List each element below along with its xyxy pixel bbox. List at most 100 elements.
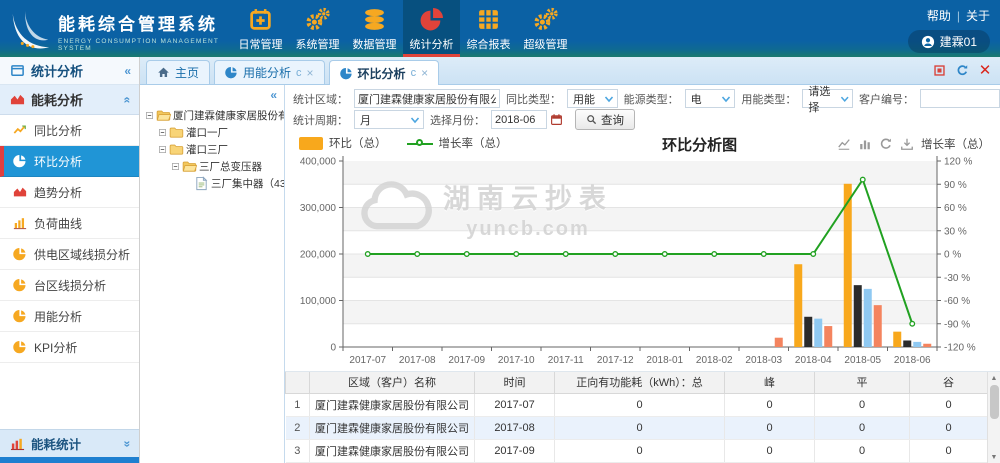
tab-refresh-icon[interactable]: c (411, 67, 417, 79)
app-subtitle: ENERGY CONSUMPTION MANAGEMENT SYSTEM (58, 38, 232, 52)
tree-node-label: 三厂集中器（4301003 (211, 176, 285, 191)
folder-icon (169, 125, 184, 140)
file-icon (194, 176, 209, 191)
energy-type-select[interactable]: 电 (685, 89, 736, 108)
tongbi-type-label: 同比类型： (506, 91, 561, 107)
refresh-button[interactable] (955, 63, 969, 77)
table-scrollbar[interactable]: ▲ ▼ (987, 372, 1000, 463)
energy-type-label: 能源类型： (624, 91, 679, 107)
tree-collapse-icon[interactable]: « (270, 88, 277, 102)
toolbox-line-icon[interactable] (837, 137, 851, 151)
user-menu[interactable]: 建霖01 (908, 30, 990, 53)
nav-super-mgmt[interactable]: 超级管理 (517, 0, 574, 57)
tree-node[interactable]: 灌口三厂 (144, 141, 282, 158)
sidebar-item-yongneng[interactable]: 用能分析 (0, 301, 139, 332)
calendar-icon[interactable] (550, 113, 563, 126)
table-row[interactable]: 2厦门建霖健康家居股份有限公司2017-080000 (286, 416, 988, 439)
nav-label: 统计分析 (410, 36, 454, 52)
svg-text:200,000: 200,000 (300, 250, 337, 261)
sidebar-collapse-icon[interactable]: « (124, 64, 131, 78)
svg-text:60 %: 60 % (944, 203, 967, 214)
table-header-cell (286, 372, 310, 393)
nav-data-mgmt[interactable]: 数据管理 (346, 0, 403, 57)
legend-bar-label[interactable]: 环比（总） (329, 135, 387, 151)
customer-no-input[interactable] (920, 89, 1000, 108)
legend-bar-swatch[interactable] (299, 137, 323, 150)
org-tree-panel: « 厦门建霖健康家居股份有限公司灌口一厂灌口三厂三厂总变压器三厂集中器（4301… (140, 85, 285, 463)
tab-label: 主页 (175, 64, 199, 81)
table-row[interactable]: 1厦门建霖健康家居股份有限公司2017-070000 (286, 393, 988, 416)
svg-text:0: 0 (330, 343, 336, 354)
table-header-cell: 峰 (725, 372, 815, 393)
chevron-down-icon (840, 94, 849, 104)
table-row[interactable]: 3厦门建霖健康家居股份有限公司2017-090000 (286, 439, 988, 462)
refresh-icon (956, 64, 969, 77)
legend-line-swatch[interactable] (407, 137, 433, 150)
pie-icon (340, 67, 353, 80)
sidebar-item-tongbi[interactable]: 同比分析 (0, 115, 139, 146)
tree-expander-icon[interactable] (170, 161, 181, 172)
pie-icon (13, 247, 27, 261)
tongbi-type-select[interactable]: 用能 (567, 89, 618, 108)
tab-huanbi[interactable]: 环比分析c× (329, 60, 440, 85)
stats-bars-icon (10, 436, 25, 451)
legend-line-label[interactable]: 增长率（总） (439, 135, 508, 151)
scroll-up-icon[interactable]: ▲ (988, 372, 1000, 384)
tab-refresh-icon[interactable]: c (296, 67, 302, 79)
scrollbar-thumb[interactable] (990, 385, 999, 419)
tree-expander-icon[interactable] (157, 127, 168, 138)
sidebar-item-label: 台区线损分析 (34, 277, 106, 294)
usage-type-select[interactable]: 请选择 (802, 89, 853, 108)
query-button[interactable]: 查询 (575, 109, 635, 130)
table-cell: 0 (555, 393, 725, 416)
help-link[interactable]: 帮助 (927, 9, 951, 23)
period-select[interactable]: 月 (354, 110, 424, 129)
scroll-down-icon[interactable]: ▼ (988, 451, 1000, 463)
nav-daily-mgmt[interactable]: 日常管理 (232, 0, 289, 57)
sidebar-item-label: 供电区域线损分析 (34, 246, 130, 263)
tree-node[interactable]: 厦门建霖健康家居股份有限公司 (144, 107, 282, 124)
nav-reports[interactable]: 综合报表 (460, 0, 517, 57)
tree-expander-icon[interactable] (144, 110, 155, 121)
toolbox-refresh-icon[interactable] (879, 137, 893, 151)
tree-node[interactable]: 灌口一厂 (144, 124, 282, 141)
tab-yongneng[interactable]: 用能分析c× (214, 60, 325, 84)
maximize-button[interactable] (932, 63, 946, 77)
maximize-icon (933, 64, 946, 77)
sidebar-item-huanbi[interactable]: 环比分析 (0, 146, 139, 177)
trend-line-icon (13, 123, 27, 137)
tree-node[interactable]: 三厂集中器（4301003 (144, 175, 282, 192)
about-link[interactable]: 关于 (966, 9, 990, 23)
tree-node[interactable]: 三厂总变压器 (144, 158, 282, 175)
sidebar-item-kpi[interactable]: KPI分析 (0, 332, 139, 363)
sidebar-item-gongdian-xiansun[interactable]: 供电区域线损分析 (0, 239, 139, 270)
sidebar-item-qushi[interactable]: 趋势分析 (0, 177, 139, 208)
region-input[interactable] (354, 89, 500, 108)
nav-label: 数据管理 (353, 36, 397, 52)
sidebar-section-nenghao[interactable]: 能耗分析 « (0, 85, 139, 115)
month-input[interactable] (491, 110, 547, 129)
tab-close-icon[interactable]: × (307, 66, 314, 80)
tree-node-label: 厦门建霖健康家居股份有限公司 (173, 108, 285, 123)
table-header-cell: 正向有功能耗（kWh）：总 (555, 372, 725, 393)
chevron-up-icon[interactable]: « (121, 96, 135, 103)
sidebar-section-nenghao-tongji[interactable]: 能耗统计 » (0, 429, 139, 457)
toolbox-bar-icon[interactable] (858, 137, 872, 151)
sidebar-item-fuhe-quxian[interactable]: 负荷曲线 (0, 208, 139, 239)
header-right: 帮助|关于 建霖01 (908, 7, 990, 54)
tab-close-icon[interactable]: × (421, 66, 428, 80)
table-cell: 2017-07 (475, 393, 555, 416)
chart-legend: 环比（总） 增长率（总） (299, 135, 508, 151)
toolbar-series-label[interactable]: 增长率（总） (921, 136, 990, 152)
svg-text:2017-09: 2017-09 (448, 355, 485, 366)
nav-system-mgmt[interactable]: 系统管理 (289, 0, 346, 57)
table-cell: 0 (555, 416, 725, 439)
filter-bar: 统计区域： 同比类型： 用能 能源类型： 电 (285, 85, 1000, 131)
nav-statistics[interactable]: 统计分析 (403, 0, 460, 57)
close-button[interactable]: ✕ (978, 63, 992, 77)
tree-expander-icon[interactable] (157, 144, 168, 155)
sidebar-item-taiqu-xiansun[interactable]: 台区线损分析 (0, 270, 139, 301)
table-header-cell: 谷 (910, 372, 988, 393)
toolbox-download-icon[interactable] (900, 137, 914, 151)
tab-home[interactable]: 主页 (146, 60, 210, 84)
